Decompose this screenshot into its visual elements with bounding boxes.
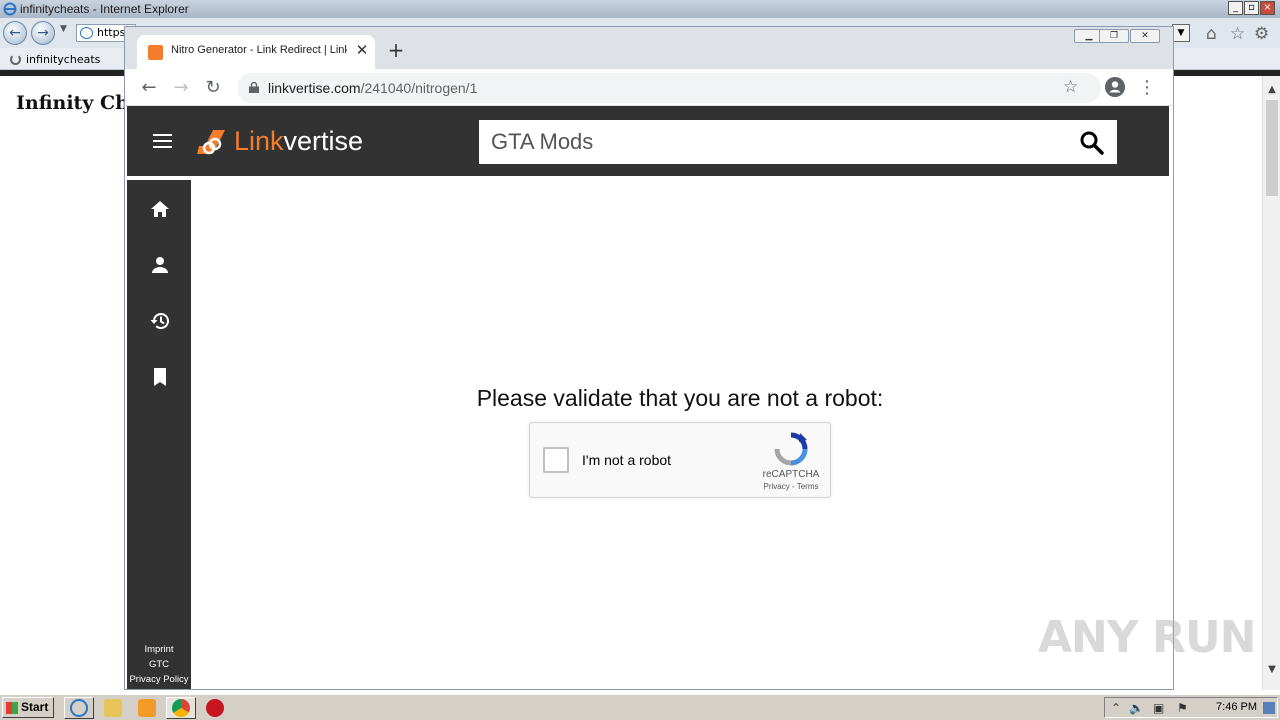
loading-spinner-icon [10,54,21,65]
chrome-tab[interactable]: Nitro Generator - Link Redirect | Linkve… [137,35,375,69]
new-tab-button[interactable]: + [385,39,407,61]
linkvertise-favicon-icon [148,45,163,60]
privacy-policy-link[interactable]: Privacy Policy [127,672,191,687]
chrome-restore-button[interactable]: ❐ [1099,29,1129,43]
url-text: linkvertise.com/241040/nitrogen/1 [268,80,477,96]
taskbar: Start ⌃ 🔈 ▣ ⚑ 7:46 PM [0,694,1280,720]
ie-icon [70,699,88,717]
system-tray: ⌃ 🔈 ▣ ⚑ 7:46 PM [1104,697,1278,718]
media-player-icon[interactable] [138,699,156,717]
tray-expand-icon[interactable]: ⌃ [1111,701,1121,715]
explorer-folder-icon[interactable] [104,699,122,717]
chrome-icon [172,699,190,717]
bookmark-star-icon[interactable]: ☆ [1063,77,1078,97]
profile-icon[interactable] [149,254,171,276]
ie-history-dropdown-icon[interactable]: ▼ [60,24,67,34]
ie-tools-icon[interactable]: ⚙ [1254,24,1269,44]
back-icon[interactable]: ← [136,75,162,101]
forward-icon[interactable]: → [168,75,194,101]
recaptcha-privacy-terms[interactable]: Privacy - Terms [756,482,826,491]
ie-tab[interactable]: infinitycheats [2,50,122,70]
ie-minimize-button[interactable]: _ [1228,1,1243,15]
volume-icon[interactable]: 🔈 [1129,701,1144,715]
chrome-window: Nitro Generator - Link Redirect | Linkve… [124,26,1174,690]
imprint-link[interactable]: Imprint [127,642,191,657]
recaptcha-checkbox[interactable] [543,447,569,473]
url-path: /241040/nitrogen/1 [360,80,478,96]
logo-link-part: Link [234,126,284,156]
recaptcha-logo-icon [774,432,808,466]
scroll-down-icon[interactable]: ▼ [1263,664,1280,680]
chrome-menu-icon[interactable]: ⋮ [1137,75,1157,101]
ie-window-title: infinitycheats - Internet Explorer [20,2,189,16]
linkvertise-logo-icon[interactable] [197,126,229,158]
gtc-link[interactable]: GTC [127,657,191,672]
tab-close-icon[interactable]: ✕ [353,40,371,60]
start-label: Start [21,700,49,714]
linkvertise-logo-text[interactable]: Linkvertise [234,126,363,157]
linkvertise-sidebar: Imprint GTC Privacy Policy [127,180,191,689]
clock[interactable]: 7:46 PM [1216,701,1257,713]
ie-back-icon[interactable]: ← [3,21,27,45]
recaptcha-label: I'm not a robot [582,452,672,468]
ie-page-heading: Infinity Ch [16,92,129,114]
linkvertise-header: Linkvertise GTA Mods [127,106,1169,176]
recaptcha-brand: reCAPTCHA [762,469,820,480]
chrome-toolbar: ← → ↻ linkvertise.com/241040/nitrogen/1 … [125,69,1173,106]
ie-home-icon[interactable]: ⌂ [1206,24,1217,44]
scroll-up-icon[interactable]: ▲ [1263,84,1280,100]
search-icon[interactable] [1079,130,1105,156]
lock-icon [249,82,259,93]
taskbar-chrome-button[interactable] [166,697,196,719]
taskbar-ie-button[interactable] [64,697,94,719]
show-desktop-icon[interactable] [1263,702,1275,714]
windows-flag-icon [6,702,18,714]
ie-tab-label: infinitycheats [26,53,101,66]
profile-icon[interactable] [1105,77,1125,97]
ie-address-text: https [97,26,126,39]
ie-scrollbar[interactable]: ▲ ▼ [1262,76,1280,690]
history-icon[interactable] [149,310,171,332]
ie-forward-icon[interactable]: → [31,21,55,45]
ie-address-dropdown-icon[interactable]: ▼ [1172,24,1190,42]
start-button[interactable]: Start [2,697,54,718]
search-bar[interactable]: GTA Mods [479,120,1117,164]
url-domain: linkvertise.com [268,80,361,96]
search-input[interactable]: GTA Mods [491,129,593,155]
ie-logo-icon [3,2,17,16]
chrome-tabstrip: Nitro Generator - Link Redirect | Linkve… [125,27,1173,69]
validate-heading: Please validate that you are not a robot… [476,385,884,411]
scrollbar-thumb[interactable] [1266,100,1278,196]
network-icon[interactable]: ▣ [1153,701,1164,715]
action-center-flag-icon[interactable]: ⚑ [1177,701,1188,715]
chrome-omnibox[interactable]: linkvertise.com/241040/nitrogen/1 ☆ [237,73,1101,103]
ie-titlebar: infinitycheats - Internet Explorer _ ▫ × [0,0,1280,18]
ie-maximize-button[interactable]: ▫ [1244,1,1259,15]
ie-page-icon [80,27,93,39]
ie-close-button[interactable]: × [1260,1,1275,15]
reload-icon[interactable]: ↻ [200,75,226,101]
anyrun-watermark: ANY RUN [1038,612,1256,663]
antivirus-icon[interactable] [206,699,224,717]
ie-favorites-icon[interactable]: ☆ [1230,24,1245,44]
home-icon[interactable] [149,198,171,220]
footer-links: Imprint GTC Privacy Policy [127,642,191,689]
bookmark-icon[interactable] [149,366,171,388]
chrome-tab-title: Nitro Generator - Link Redirect | Linkve… [171,44,347,56]
logo-vertise-part: vertise [283,126,364,156]
hamburger-menu-icon[interactable] [153,134,173,148]
recaptcha-widget: I'm not a robot reCAPTCHA Privacy - Term… [529,422,831,498]
chrome-close-button[interactable]: ✕ [1130,29,1160,43]
